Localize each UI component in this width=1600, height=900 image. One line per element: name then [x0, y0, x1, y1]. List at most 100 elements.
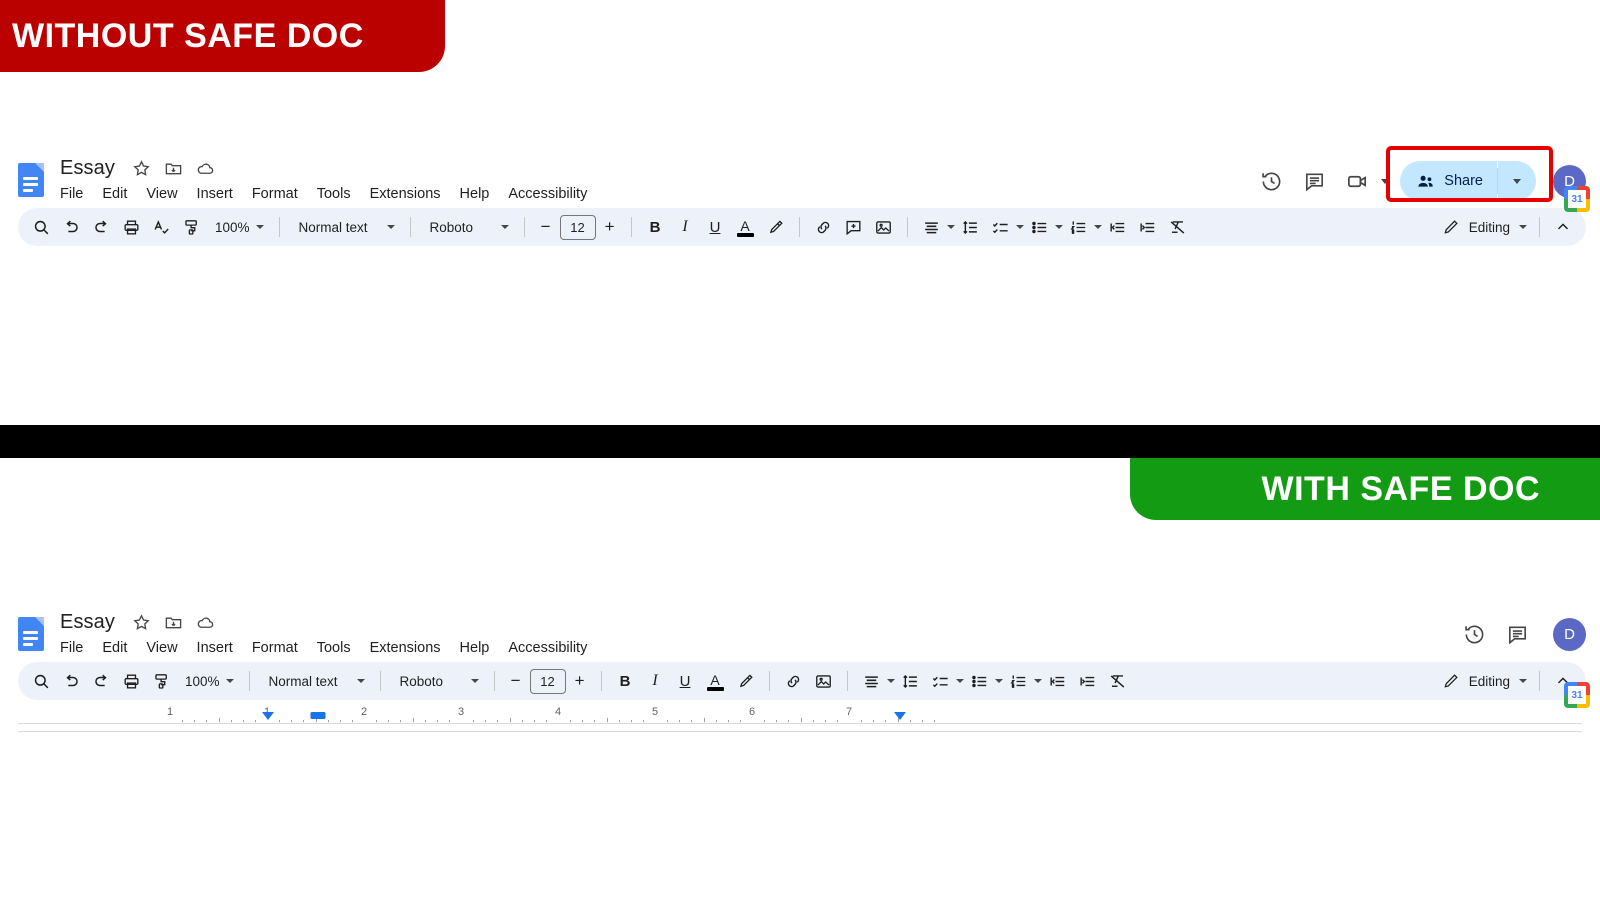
- italic-button[interactable]: I: [641, 667, 670, 696]
- text-color-button[interactable]: A: [701, 667, 730, 696]
- menu-item-format[interactable]: Format: [252, 186, 298, 202]
- align-dropdown-arrow[interactable]: [886, 679, 895, 683]
- numbered-list-icon[interactable]: [1064, 213, 1093, 242]
- undo-icon[interactable]: [57, 213, 86, 242]
- editing-mode-selector[interactable]: Editing: [1436, 213, 1531, 242]
- version-history-icon[interactable]: [1252, 162, 1290, 200]
- menu-item-tools[interactable]: Tools: [317, 186, 351, 202]
- bold-button[interactable]: B: [641, 213, 670, 242]
- paragraph-style-selector[interactable]: Normal text: [289, 220, 401, 235]
- bold-button[interactable]: B: [611, 667, 640, 696]
- highlight-color-icon[interactable]: [731, 667, 760, 696]
- increase-indent-icon[interactable]: [1133, 213, 1162, 242]
- clear-formatting-icon[interactable]: [1163, 213, 1192, 242]
- increase-font-size-button[interactable]: +: [568, 668, 592, 694]
- line-spacing-icon[interactable]: [896, 667, 925, 696]
- insert-link-icon[interactable]: [809, 213, 838, 242]
- font-family-selector[interactable]: Roboto: [390, 674, 485, 689]
- star-icon[interactable]: [132, 159, 151, 178]
- cloud-saved-icon[interactable]: [196, 613, 215, 632]
- menu-item-accessibility[interactable]: Accessibility: [508, 640, 587, 656]
- align-dropdown-arrow[interactable]: [946, 225, 955, 229]
- bulleted-list-icon[interactable]: [1025, 213, 1054, 242]
- zoom-selector[interactable]: 100%: [207, 213, 270, 242]
- align-icon[interactable]: [857, 667, 886, 696]
- menu-item-help[interactable]: Help: [460, 640, 490, 656]
- document-ruler[interactable]: 11234567: [18, 706, 1582, 732]
- zoom-selector[interactable]: 100%: [177, 667, 240, 696]
- print-icon[interactable]: [117, 213, 146, 242]
- align-icon[interactable]: [917, 213, 946, 242]
- search-icon[interactable]: [27, 667, 56, 696]
- highlight-color-icon[interactable]: [761, 213, 790, 242]
- insert-image-icon[interactable]: [809, 667, 838, 696]
- menu-item-extensions[interactable]: Extensions: [370, 640, 441, 656]
- bulleted-list-icon[interactable]: [965, 667, 994, 696]
- editing-mode-selector[interactable]: Editing: [1436, 667, 1531, 696]
- underline-button[interactable]: U: [701, 213, 730, 242]
- bulleted-list-dropdown-arrow[interactable]: [1054, 225, 1063, 229]
- user-avatar[interactable]: D: [1553, 617, 1586, 651]
- ruler-body[interactable]: 11234567: [18, 706, 1582, 724]
- menu-item-file[interactable]: File: [60, 186, 83, 202]
- increase-font-size-button[interactable]: +: [598, 214, 622, 240]
- decrease-font-size-button[interactable]: −: [534, 214, 558, 240]
- move-to-folder-icon[interactable]: [164, 159, 183, 178]
- spelling-check-icon[interactable]: [147, 213, 176, 242]
- right-indent-marker[interactable]: [894, 712, 906, 720]
- google-calendar-icon[interactable]: 31: [1564, 186, 1590, 212]
- google-calendar-icon[interactable]: 31: [1564, 682, 1590, 708]
- move-to-folder-icon[interactable]: [164, 613, 183, 632]
- bulleted-list-dropdown-arrow[interactable]: [994, 679, 1003, 683]
- print-icon[interactable]: [117, 667, 146, 696]
- menu-item-insert[interactable]: Insert: [197, 640, 233, 656]
- menu-item-help[interactable]: Help: [460, 186, 490, 202]
- paint-format-icon[interactable]: [177, 213, 206, 242]
- undo-icon[interactable]: [57, 667, 86, 696]
- font-family-selector[interactable]: Roboto: [420, 220, 515, 235]
- decrease-font-size-button[interactable]: −: [504, 668, 528, 694]
- paragraph-style-selector[interactable]: Normal text: [259, 674, 371, 689]
- numbered-list-dropdown-arrow[interactable]: [1033, 679, 1042, 683]
- first-line-indent-marker[interactable]: [310, 712, 326, 719]
- checklist-icon[interactable]: [986, 213, 1015, 242]
- document-title[interactable]: Essay: [60, 157, 115, 180]
- checklist-dropdown-arrow[interactable]: [1015, 225, 1024, 229]
- paint-format-icon[interactable]: [147, 667, 176, 696]
- insert-link-icon[interactable]: [779, 667, 808, 696]
- menu-item-view[interactable]: View: [146, 186, 177, 202]
- font-size-input[interactable]: 12: [559, 214, 596, 240]
- increase-indent-icon[interactable]: [1073, 667, 1102, 696]
- redo-icon[interactable]: [87, 667, 116, 696]
- menu-item-insert[interactable]: Insert: [197, 186, 233, 202]
- cloud-saved-icon[interactable]: [196, 159, 215, 178]
- collapse-toolbar-icon[interactable]: [1548, 213, 1577, 242]
- line-spacing-icon[interactable]: [956, 213, 985, 242]
- menu-item-edit[interactable]: Edit: [102, 186, 127, 202]
- document-title[interactable]: Essay: [60, 611, 115, 634]
- redo-icon[interactable]: [87, 213, 116, 242]
- add-comment-icon[interactable]: [839, 213, 868, 242]
- menu-item-view[interactable]: View: [146, 640, 177, 656]
- google-meet-icon[interactable]: [1338, 162, 1376, 200]
- menu-item-file[interactable]: File: [60, 640, 83, 656]
- menu-item-extensions[interactable]: Extensions: [370, 186, 441, 202]
- italic-button[interactable]: I: [671, 213, 700, 242]
- menu-item-edit[interactable]: Edit: [102, 640, 127, 656]
- menu-item-format[interactable]: Format: [252, 640, 298, 656]
- underline-button[interactable]: U: [671, 667, 700, 696]
- comment-history-icon[interactable]: [1498, 615, 1536, 653]
- search-icon[interactable]: [27, 213, 56, 242]
- decrease-indent-icon[interactable]: [1043, 667, 1072, 696]
- numbered-list-dropdown-arrow[interactable]: [1093, 225, 1102, 229]
- left-indent-marker[interactable]: [262, 712, 274, 720]
- insert-image-icon[interactable]: [869, 213, 898, 242]
- decrease-indent-icon[interactable]: [1103, 213, 1132, 242]
- menu-item-tools[interactable]: Tools: [317, 640, 351, 656]
- numbered-list-icon[interactable]: [1004, 667, 1033, 696]
- checklist-dropdown-arrow[interactable]: [955, 679, 964, 683]
- checklist-icon[interactable]: [926, 667, 955, 696]
- clear-formatting-icon[interactable]: [1103, 667, 1132, 696]
- font-size-input[interactable]: 12: [529, 668, 566, 694]
- comment-history-icon[interactable]: [1295, 162, 1333, 200]
